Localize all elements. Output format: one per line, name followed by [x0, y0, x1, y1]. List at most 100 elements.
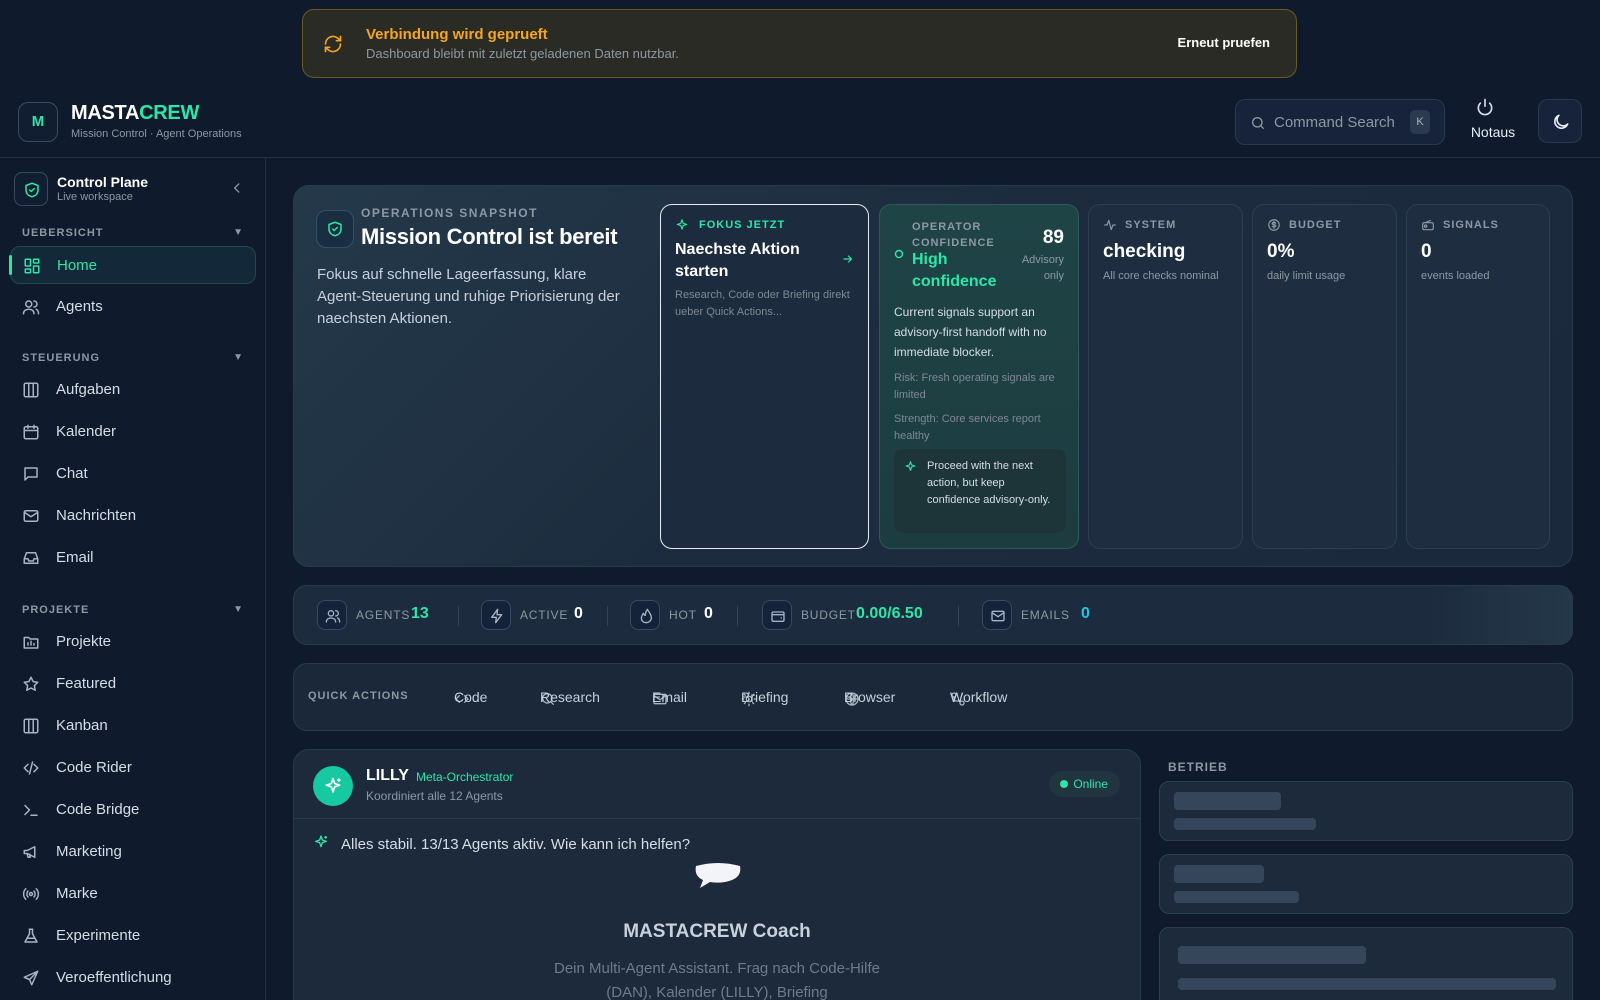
command-search[interactable]: Command Search K — [1235, 99, 1445, 145]
sidebar-item-label: Marketing — [56, 843, 122, 860]
sparkle-icon — [313, 834, 329, 850]
sidebar-item-kalender[interactable]: Kalender — [10, 413, 256, 451]
sidebar-item-label: Chat — [56, 465, 88, 482]
focus-card[interactable]: FOKUS JETZT Naechste Aktion starten Rese… — [660, 204, 869, 549]
sidebar-item-code-rider[interactable]: Code Rider — [10, 749, 256, 787]
connection-banner: Verbindung wird geprueft Dashboard bleib… — [302, 9, 1297, 78]
divider — [958, 606, 959, 626]
sidebar-item-kanban[interactable]: Kanban — [10, 707, 256, 745]
status-badge: Online — [1049, 771, 1120, 797]
stat-label: HOT — [669, 608, 697, 622]
quick-action-label: Browser — [844, 689, 896, 705]
stat-icon-box — [762, 600, 792, 630]
budget-value: 0% — [1267, 241, 1295, 262]
snapshot-title: Mission Control ist bereit — [361, 224, 618, 249]
logo[interactable]: M — [18, 102, 58, 142]
sidebar-item-featured[interactable]: Featured — [10, 665, 256, 703]
notaus-button[interactable]: Notaus — [1467, 96, 1519, 140]
divider — [607, 606, 608, 626]
budget-caption: daily limit usage — [1267, 270, 1346, 282]
search-placeholder: Command Search — [1274, 114, 1395, 131]
code-icon — [22, 759, 40, 777]
workspace-icon — [14, 172, 48, 206]
sidebar-item-projekte[interactable]: Projekte — [10, 623, 256, 661]
theme-toggle-button[interactable] — [1538, 99, 1582, 143]
quick-action-label: Code — [454, 689, 488, 705]
shield-check-icon — [317, 220, 353, 238]
stat-label: AGENTS — [356, 608, 411, 622]
moon-icon — [1539, 112, 1581, 132]
collapse-sidebar-icon[interactable] — [230, 181, 244, 195]
coach-description: Dein Multi-Agent Assistant. Frag nach Co… — [554, 960, 880, 1000]
power-icon — [1475, 96, 1519, 118]
banner-subtitle: Dashboard bleibt mit zuletzt geladenen D… — [366, 46, 679, 61]
divider — [737, 606, 738, 626]
sidebar-item-label: Kanban — [56, 717, 108, 734]
stat-label: BUDGET — [801, 608, 856, 622]
signals-caption: events loaded — [1421, 270, 1490, 282]
confidence-tip: Proceed with the next action, but keep c… — [894, 449, 1066, 533]
quick-action-label: Email — [652, 689, 688, 705]
avatar — [313, 766, 353, 806]
status-dot-icon — [894, 249, 904, 259]
focus-title: Naechste Aktion starten — [675, 241, 800, 280]
sidebar-item-email[interactable]: Email — [10, 539, 256, 577]
send-icon — [22, 969, 40, 987]
sidebar-item-chat[interactable]: Chat — [10, 455, 256, 493]
agent-role: Meta-Orchestrator — [416, 770, 514, 784]
budget-overline: BUDGET — [1289, 219, 1342, 231]
sidebar-item-nachrichten[interactable]: Nachrichten — [10, 497, 256, 535]
grid-icon — [23, 257, 41, 275]
section-projekte[interactable]: PROJEKTE ▼ — [22, 604, 244, 616]
snapshot-description: Fokus auf schnelle Lageerfassung, klare … — [317, 266, 620, 327]
sidebar-item-label: Home — [57, 257, 98, 274]
stat-icon-box — [630, 600, 660, 630]
system-caption: All core checks nominal — [1103, 270, 1219, 282]
sidebar-item-experimente[interactable]: Experimente — [10, 917, 256, 955]
quick-action-label: Workflow — [950, 689, 1008, 705]
shield-check-icon — [15, 181, 47, 199]
skeleton-line — [1174, 865, 1264, 883]
lilly-chat-panel: LILLY Meta-Orchestrator Koordiniert alle… — [293, 749, 1141, 1000]
sidebar-item-code-bridge[interactable]: Code Bridge — [10, 791, 256, 829]
stat-icon-box — [481, 600, 511, 630]
stats-bar: AGENTS 13 ACTIVE 0 HOT 0 BUDGET 0.00/6.5… — [293, 585, 1573, 645]
stat-icon-box — [982, 600, 1012, 630]
sidebar-item-marke[interactable]: Marke — [10, 875, 256, 913]
stat-value: 0 — [1081, 605, 1090, 622]
section-steuerung[interactable]: STEUERUNG ▼ — [22, 352, 244, 364]
star-icon — [22, 675, 40, 693]
sidebar-item-label: Code Rider — [56, 759, 132, 776]
section-label: PROJEKTE — [22, 604, 90, 616]
system-overline: SYSTEM — [1125, 219, 1177, 231]
sidebar-item-marketing[interactable]: Marketing — [10, 833, 256, 871]
divider — [458, 606, 459, 626]
section-uebersicht[interactable]: UEBERSICHT ▼ — [22, 227, 244, 239]
section-label: UEBERSICHT — [22, 227, 104, 239]
folder-chart-icon — [22, 633, 40, 651]
system-card: SYSTEM checking All core checks nominal — [1088, 204, 1243, 549]
arrow-right-icon — [842, 253, 854, 265]
signals-overline: SIGNALS — [1443, 219, 1499, 231]
sidebar-item-home[interactable]: Home — [9, 246, 256, 284]
sidebar-item-agents[interactable]: Agents — [10, 288, 256, 326]
workspace-title: Control Plane — [57, 174, 149, 190]
signals-value: 0 — [1421, 241, 1432, 262]
confidence-risk: Risk: Fresh operating signals are limite… — [894, 372, 1055, 401]
inbox-icon — [22, 549, 40, 567]
brand-part-1: MASTA — [71, 102, 140, 124]
mail-icon — [22, 507, 40, 525]
confidence-score: 89 — [1042, 227, 1064, 248]
sidebar-item-label: Agents — [56, 298, 103, 315]
refresh-icon — [323, 34, 343, 54]
retry-button[interactable]: Erneut pruefen — [1178, 35, 1270, 50]
operations-snapshot-panel: OPERATIONS SNAPSHOT Mission Control ist … — [293, 185, 1573, 567]
sidebar-item-veroeffentlichung[interactable]: Veroeffentlichung — [10, 959, 256, 997]
sidebar-item-aufgaben[interactable]: Aufgaben — [10, 371, 256, 409]
section-label: STEUERUNG — [22, 352, 101, 364]
notaus-label: Notaus — [1470, 124, 1516, 140]
confidence-advisory: Advisory only — [1021, 254, 1064, 282]
stat-icon-box — [317, 600, 347, 630]
confidence-tip-text: Proceed with the next action, but keep c… — [927, 460, 1051, 506]
quick-action-label: Research — [540, 689, 600, 705]
